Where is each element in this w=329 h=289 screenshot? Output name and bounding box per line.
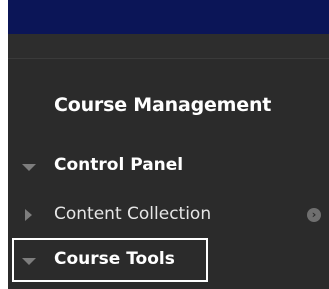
course-management-heading: Course Management — [54, 94, 272, 116]
menu-item-label: Content Collection — [54, 204, 212, 224]
top-banner — [8, 0, 329, 34]
panel-subheader — [8, 34, 329, 59]
menu-item-content-collection[interactable]: Content Collection › — [8, 199, 329, 231]
course-menu-panel: Course Management Control Panel Content … — [8, 34, 329, 289]
focus-outline — [12, 238, 208, 282]
menu-item-label: Control Panel — [54, 155, 184, 175]
triangle-down-icon[interactable] — [22, 164, 36, 171]
circle-arrow-right-icon[interactable]: › — [307, 208, 321, 222]
menu-item-control-panel[interactable]: Control Panel — [8, 150, 329, 182]
triangle-right-icon[interactable] — [25, 209, 32, 221]
